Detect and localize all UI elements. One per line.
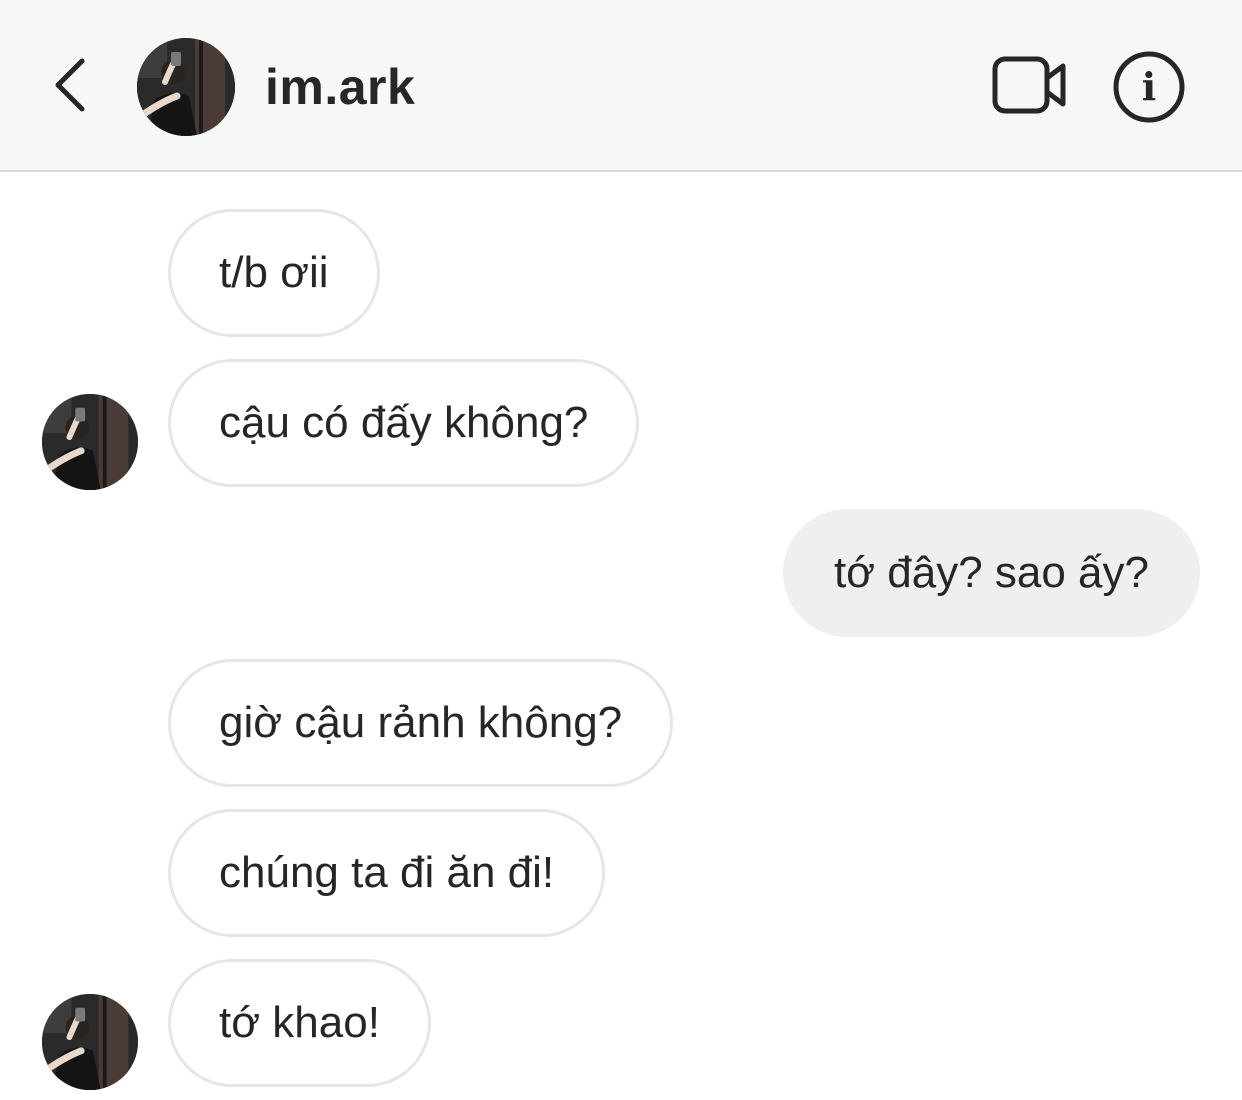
message-text: tớ khao! (219, 998, 380, 1047)
message-text: giờ cậu rảnh không? (219, 698, 623, 747)
video-camera-icon (992, 56, 1066, 114)
message-bubble[interactable]: t/b ơii (168, 209, 380, 337)
chat-username[interactable]: im.ark (265, 58, 415, 116)
message-bubble[interactable]: giờ cậu rảnh không? (168, 659, 674, 787)
message-text: cậu có đấy không? (219, 398, 589, 447)
message-text: t/b ơii (219, 248, 329, 297)
video-call-button[interactable] (990, 52, 1070, 118)
message-bubble[interactable]: chúng ta đi ăn đi! (168, 809, 606, 937)
avatar[interactable] (42, 394, 138, 490)
message-bubble[interactable]: cậu có đấy không? (168, 359, 640, 487)
avatar-photo (42, 394, 138, 490)
avatar-photo (42, 994, 138, 1090)
chevron-left-icon (55, 58, 85, 112)
info-button[interactable]: i (1112, 50, 1186, 124)
message-bubble-outgoing[interactable]: tớ đây? sao ấy? (782, 509, 1200, 637)
message-bubble[interactable]: tớ khao! (168, 959, 431, 1087)
back-button[interactable] (40, 50, 100, 120)
info-icon: i (1113, 51, 1185, 123)
avatar-photo (137, 38, 235, 136)
message-text: tớ đây? sao ấy? (833, 548, 1149, 597)
chat-header: im.ark i (0, 0, 1242, 172)
message-text: chúng ta đi ăn đi! (219, 848, 555, 897)
info-icon-glyph: i (1142, 64, 1156, 109)
avatar[interactable] (42, 994, 138, 1090)
avatar[interactable] (137, 38, 235, 136)
